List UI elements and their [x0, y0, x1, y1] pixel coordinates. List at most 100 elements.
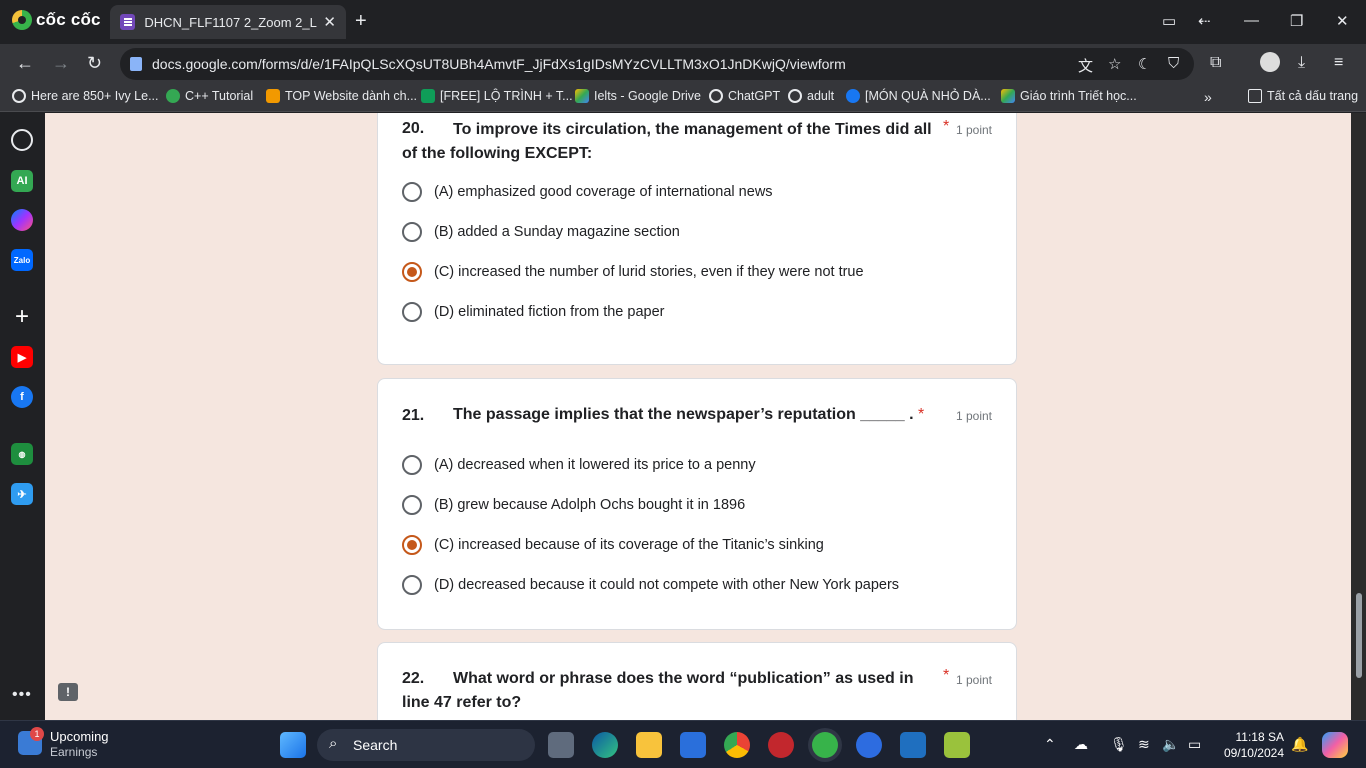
- option-label: (B) added a Sunday magazine section: [434, 224, 680, 240]
- back-history-icon[interactable]: ⇠: [1198, 12, 1211, 30]
- option-a[interactable]: (A) decreased when it lowered its price …: [402, 455, 756, 475]
- bird-icon[interactable]: ✈: [11, 483, 33, 505]
- address-bar[interactable]: docs.google.com/forms/d/e/1FAIpQLScXQsUT…: [120, 48, 1194, 80]
- more-icon[interactable]: •••: [12, 686, 32, 704]
- question-card-21: 21. The passage implies that the newspap…: [377, 378, 1017, 630]
- browser-brand[interactable]: cốc cốc: [12, 10, 101, 30]
- radio-button[interactable]: [402, 302, 422, 322]
- bookmark-item[interactable]: C++ Tutorial: [166, 89, 253, 103]
- chrome-icon[interactable]: [724, 732, 750, 758]
- secure-lock-icon[interactable]: [130, 57, 142, 71]
- question-title: What word or phrase does the word “publi…: [402, 667, 942, 715]
- chevron-up-icon[interactable]: ⌃: [1044, 736, 1056, 753]
- globe-icon: [788, 89, 802, 103]
- option-label: (A) emphasized good coverage of internat…: [434, 184, 773, 200]
- clock[interactable]: 11:18 SA 09/10/2024: [1224, 729, 1284, 761]
- new-tab-icon[interactable]: +: [355, 10, 367, 33]
- search-icon: ⌕: [329, 735, 338, 752]
- option-c[interactable]: (C) increased because of its coverage of…: [402, 535, 824, 555]
- battery-icon[interactable]: ▭: [1188, 736, 1201, 753]
- bookmark-item[interactable]: ChatGPT: [709, 89, 780, 103]
- cloud-icon[interactable]: ☁: [1074, 736, 1088, 753]
- profile-avatar[interactable]: [1260, 52, 1280, 72]
- scrollbar[interactable]: [1351, 113, 1366, 720]
- option-d[interactable]: (D) decreased because it could not compe…: [402, 575, 899, 595]
- dark-mode-icon[interactable]: ☾: [1138, 55, 1151, 73]
- store-icon[interactable]: [680, 732, 706, 758]
- active-tab[interactable]: DHCN_FLF1107 2_Zoom 2_LN ✕: [110, 5, 346, 39]
- all-bookmarks[interactable]: Tất cả dấu trang: [1248, 89, 1358, 103]
- feedback-icon[interactable]: !: [58, 683, 78, 701]
- google-forms-icon: [120, 14, 136, 30]
- facebook-icon[interactable]: f: [11, 386, 33, 408]
- bookmark-item[interactable]: Here are 850+ Ivy Le...: [12, 89, 159, 103]
- app-icon[interactable]: ◍: [11, 443, 33, 465]
- shield-icon[interactable]: ⛉: [1168, 55, 1179, 72]
- translate-icon[interactable]: 文: [1078, 55, 1093, 76]
- radio-button[interactable]: [402, 455, 422, 475]
- bookmark-item[interactable]: adult: [788, 89, 834, 103]
- scrollbar-thumb[interactable]: [1356, 593, 1362, 678]
- radio-button[interactable]: [402, 182, 422, 202]
- start-icon[interactable]: [280, 732, 306, 758]
- maximize-icon[interactable]: ❐: [1290, 12, 1303, 30]
- bell-icon[interactable]: 🔔: [1291, 736, 1308, 753]
- copilot-icon[interactable]: [1322, 732, 1348, 758]
- forward-icon[interactable]: →: [52, 53, 70, 74]
- widget-subtitle[interactable]: Earnings: [50, 745, 97, 759]
- radio-button[interactable]: [402, 575, 422, 595]
- option-label: (D) eliminated fiction from the paper: [434, 304, 665, 320]
- radio-button-selected[interactable]: [402, 262, 422, 282]
- bookmark-item[interactable]: TOP Website dành ch...: [266, 89, 417, 103]
- bookmark-item[interactable]: [MÓN QUÀ NHỎ DÀ...: [846, 89, 991, 103]
- extensions-icon[interactable]: ⧉: [1210, 54, 1221, 72]
- wifi-icon[interactable]: ≋: [1138, 736, 1150, 753]
- microphone-icon[interactable]: 🎙: [1110, 736, 1128, 753]
- tab-title: DHCN_FLF1107 2_Zoom 2_LN: [144, 14, 318, 30]
- vpn-icon[interactable]: [900, 732, 926, 758]
- zalo-icon[interactable]: Zalo: [11, 249, 33, 271]
- bookmark-item[interactable]: Giáo trình Triết học...: [1001, 89, 1137, 103]
- antivirus-icon[interactable]: [768, 732, 794, 758]
- messenger-icon[interactable]: [11, 209, 33, 231]
- coccoc-icon[interactable]: [812, 732, 838, 758]
- question-points: 1 point: [955, 409, 992, 423]
- option-b[interactable]: (B) added a Sunday magazine section: [402, 222, 680, 242]
- add-panel-icon[interactable]: +: [11, 303, 33, 330]
- download-icon[interactable]: ⤓: [1298, 54, 1305, 72]
- bookmark-item[interactable]: Ielts - Google Drive: [575, 89, 701, 103]
- minimize-icon[interactable]: —: [1244, 12, 1259, 29]
- file-explorer-icon[interactable]: [636, 732, 662, 758]
- bookmarks-overflow-icon[interactable]: »: [1204, 89, 1212, 105]
- option-c[interactable]: (C) increased the number of lurid storie…: [402, 262, 864, 282]
- widget-title[interactable]: Upcoming: [50, 729, 109, 744]
- history-icon[interactable]: [11, 129, 33, 151]
- back-icon[interactable]: ←: [16, 53, 34, 74]
- app-icon[interactable]: [944, 732, 970, 758]
- option-d[interactable]: (D) eliminated fiction from the paper: [402, 302, 665, 322]
- reload-icon[interactable]: ↻: [87, 53, 102, 74]
- ai-icon[interactable]: AI: [11, 170, 33, 192]
- close-window-icon[interactable]: ✕: [1336, 12, 1349, 30]
- taskbar-search[interactable]: ⌕ Search: [317, 729, 535, 761]
- url-text[interactable]: docs.google.com/forms/d/e/1FAIpQLScXQsUT…: [152, 56, 846, 72]
- radio-button[interactable]: [402, 495, 422, 515]
- radio-button[interactable]: [402, 222, 422, 242]
- bookmark-item[interactable]: [FREE] LỘ TRÌNH + T...: [421, 89, 573, 103]
- edge-icon[interactable]: [592, 732, 618, 758]
- option-a[interactable]: (A) emphasized good coverage of internat…: [402, 182, 773, 202]
- radio-button-selected[interactable]: [402, 535, 422, 555]
- globe-icon: [12, 89, 26, 103]
- youtube-icon[interactable]: ▶: [11, 346, 33, 368]
- zoom-icon[interactable]: [856, 732, 882, 758]
- menu-icon[interactable]: ≡: [1334, 54, 1343, 72]
- tab-close-icon[interactable]: ✕: [323, 13, 336, 31]
- bookmark-label: Here are 850+ Ivy Le...: [31, 89, 159, 103]
- tab-search-icon[interactable]: ▭: [1162, 12, 1176, 30]
- option-b[interactable]: (B) grew because Adolph Ochs bought it i…: [402, 495, 745, 515]
- volume-icon[interactable]: 🔈: [1162, 736, 1179, 753]
- search-label: Search: [353, 737, 398, 753]
- bookmark-star-icon[interactable]: ☆: [1108, 55, 1121, 73]
- question-title: The passage implies that the newspaper’s…: [402, 403, 942, 427]
- task-view-icon[interactable]: [548, 732, 574, 758]
